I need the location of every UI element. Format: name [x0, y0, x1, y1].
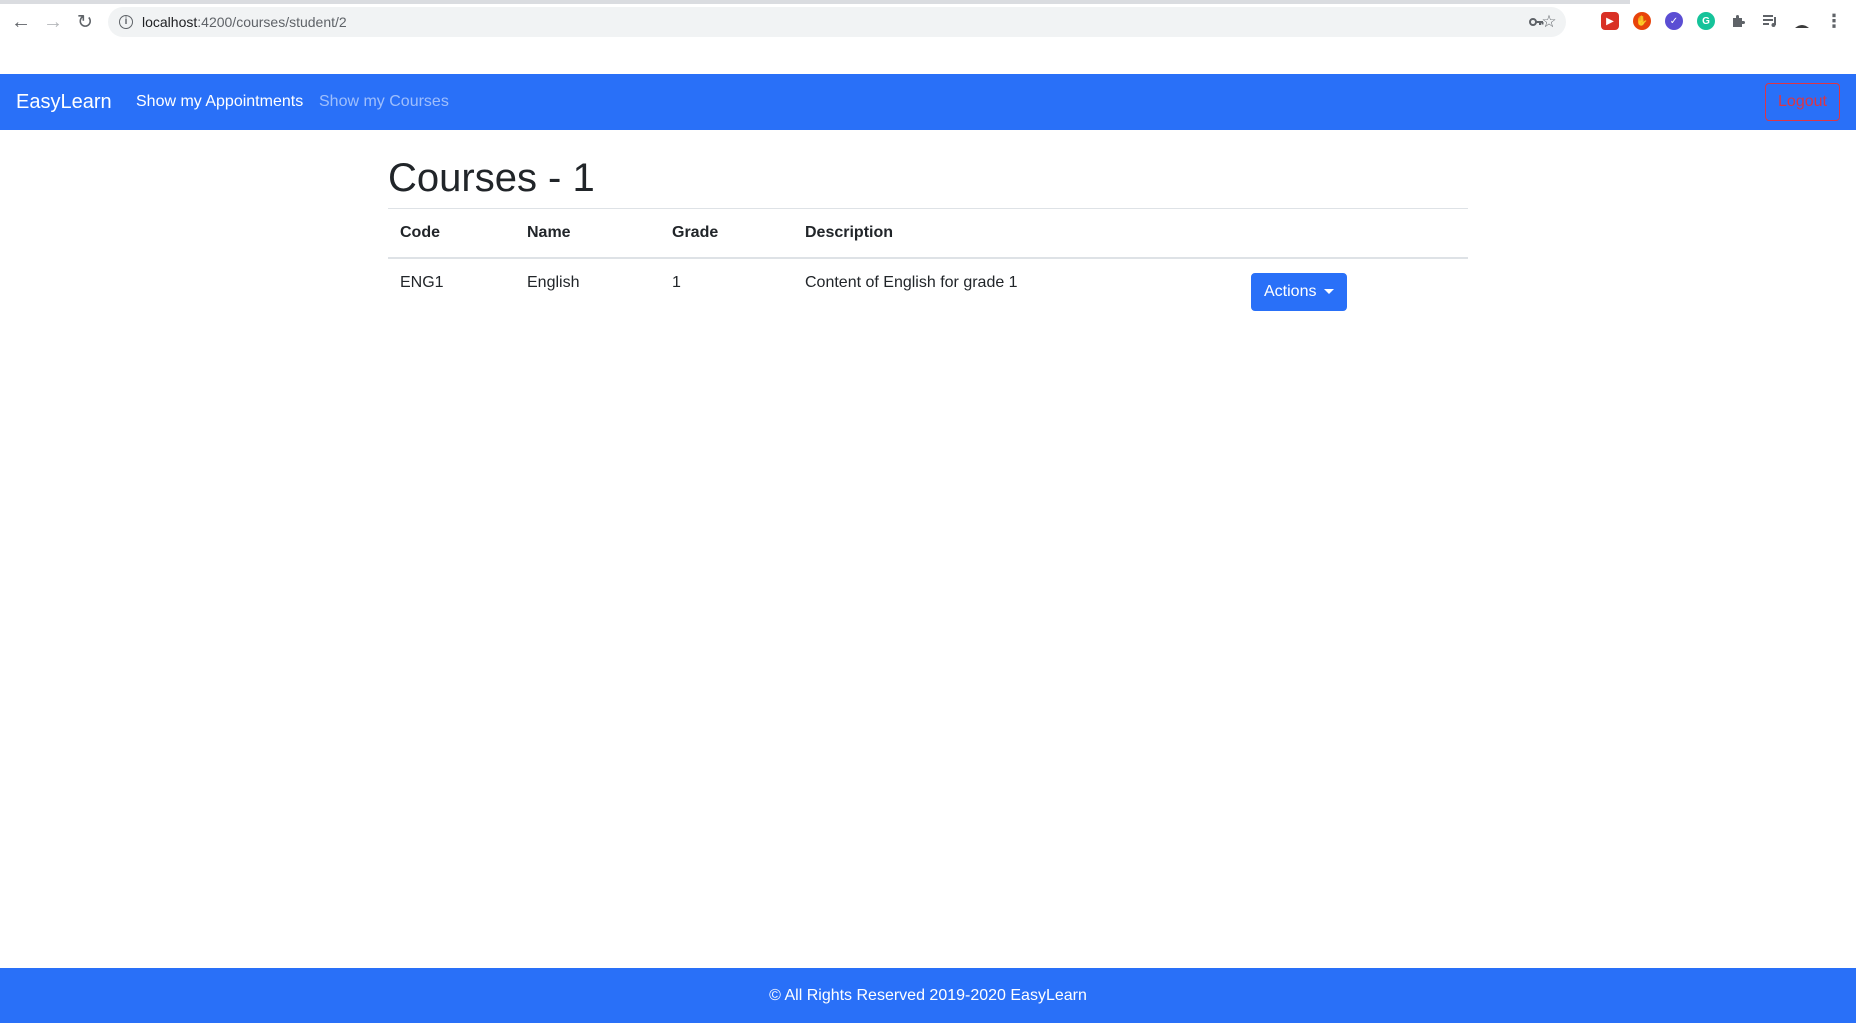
- site-info-icon[interactable]: i: [119, 15, 133, 29]
- bookmark-star-icon[interactable]: ☆: [1539, 12, 1559, 32]
- back-arrow-icon[interactable]: ←: [9, 10, 33, 34]
- reload-icon[interactable]: ↻: [73, 10, 97, 34]
- column-header-actions: [1239, 208, 1468, 259]
- actions-dropdown-button[interactable]: Actions: [1251, 273, 1348, 311]
- grammarly-icon[interactable]: G: [1697, 12, 1715, 30]
- url-path: :4200/courses/student/2: [197, 14, 347, 30]
- column-header-name: Name: [515, 208, 660, 259]
- column-header-code: Code: [388, 208, 515, 259]
- table-header-row: Code Name Grade Description: [388, 208, 1468, 259]
- table-header: Code Name Grade Description: [388, 208, 1468, 259]
- cell-grade: 1: [672, 274, 681, 291]
- browser-toolbar: ← → ↻ i localhost:4200/courses/student/2…: [0, 0, 1856, 44]
- browser-menu-icon[interactable]: ⋮: [1824, 11, 1844, 31]
- main-content: Courses - 1 Code Name Grade Description …: [388, 130, 1468, 323]
- profile-avatar-icon[interactable]: [1792, 11, 1812, 31]
- page-title: Courses - 1: [388, 156, 595, 200]
- extension-check-icon[interactable]: ✓: [1665, 12, 1683, 30]
- cell-description: Content of English for grade 1: [805, 274, 1018, 291]
- extensions-puzzle-icon[interactable]: [1728, 11, 1748, 31]
- cell-name: English: [527, 274, 580, 291]
- footer: © All Rights Reserved 2019-2020 EasyLear…: [0, 968, 1856, 1023]
- table-body: ENG1 English 1 Content of English for gr…: [388, 258, 1468, 323]
- actions-button-label: Actions: [1264, 283, 1317, 300]
- nav-link-appointments[interactable]: Show my Appointments: [136, 90, 303, 114]
- brand-link[interactable]: EasyLearn: [16, 88, 112, 116]
- app-navbar: EasyLearn Show my Appointments Show my C…: [0, 74, 1856, 130]
- footer-copyright: © All Rights Reserved 2019-2020 EasyLear…: [769, 986, 1087, 1004]
- table-row: ENG1 English 1 Content of English for gr…: [388, 258, 1468, 323]
- column-header-grade: Grade: [660, 208, 793, 259]
- column-header-description: Description: [793, 208, 1239, 259]
- forward-arrow-icon[interactable]: →: [41, 10, 65, 34]
- caret-down-icon: [1324, 288, 1335, 294]
- nav-link-courses[interactable]: Show my Courses: [319, 90, 449, 114]
- logout-button[interactable]: Logout: [1765, 83, 1840, 121]
- cell-actions: Actions: [1239, 258, 1468, 323]
- courses-table: Code Name Grade Description ENG1 English…: [388, 208, 1468, 323]
- extension-hand-icon[interactable]: ✋: [1633, 12, 1651, 30]
- media-queue-icon[interactable]: [1760, 11, 1780, 31]
- address-url[interactable]: localhost:4200/courses/student/2: [142, 13, 347, 31]
- address-bar[interactable]: i localhost:4200/courses/student/2 ☆: [108, 7, 1566, 37]
- cell-code: ENG1: [400, 274, 444, 291]
- url-host: localhost: [142, 14, 198, 30]
- extension-red-icon[interactable]: ▶: [1601, 12, 1619, 30]
- page-load-progress: [0, 0, 1630, 4]
